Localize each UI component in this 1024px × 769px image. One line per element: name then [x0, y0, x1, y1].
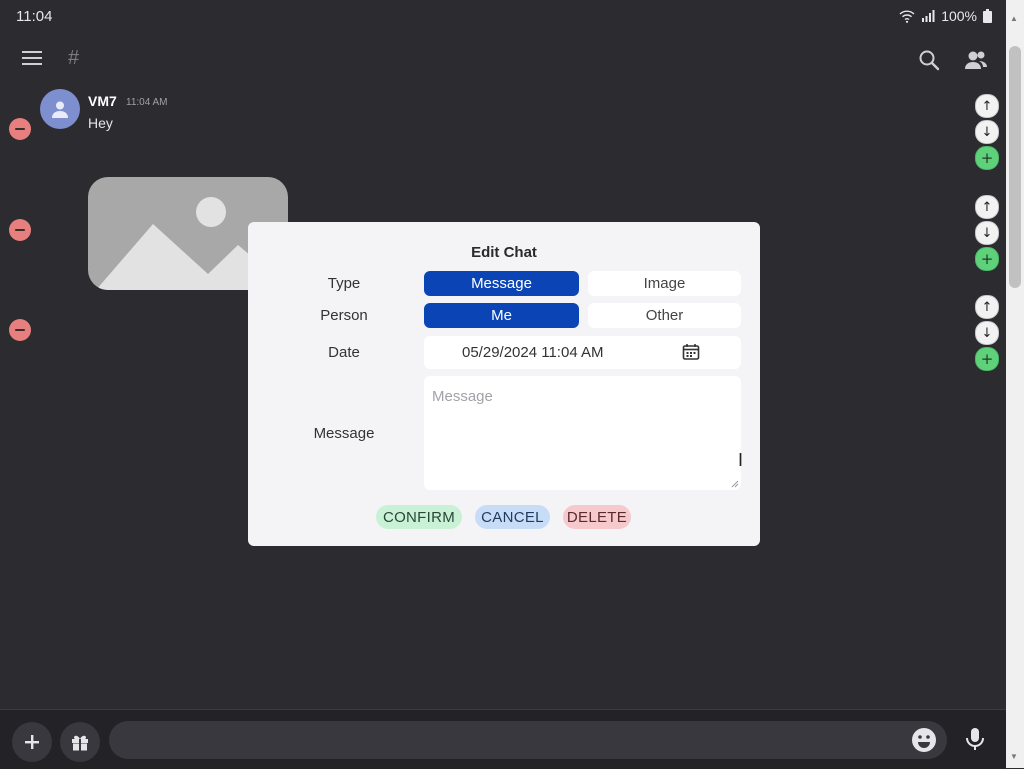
wifi-icon [899, 9, 915, 23]
composer-bar [0, 709, 1006, 769]
status-time: 11:04 [16, 8, 53, 25]
message-controls: ↑ ↓ + [975, 195, 999, 273]
date-value: 05/29/2024 11:04 AM [462, 344, 604, 361]
message-timestamp: 11:04 AM [126, 97, 168, 108]
status-indicators: 100% [899, 8, 992, 24]
type-option-message[interactable]: Message [424, 271, 579, 296]
message-compose-input[interactable] [109, 721, 947, 759]
move-down-button[interactable]: ↓ [975, 120, 999, 144]
delete-button[interactable]: DELETE [563, 505, 631, 529]
plus-icon [25, 735, 39, 749]
move-up-button[interactable]: ↑ [975, 94, 999, 118]
message-placeholder: Message [432, 388, 493, 405]
scrollbar-thumb[interactable] [1009, 46, 1021, 288]
edit-chat-dialog: Edit Chat Type Message Image Person Me O… [248, 222, 760, 546]
signal-icon [922, 10, 935, 22]
remove-message-button[interactable] [9, 319, 31, 341]
gift-button[interactable] [60, 722, 100, 762]
date-label: Date [328, 344, 360, 361]
person-label: Person [320, 307, 368, 324]
person-icon [52, 101, 68, 118]
calendar-icon[interactable] [682, 343, 700, 361]
gift-icon [72, 735, 88, 751]
insert-button[interactable]: + [975, 347, 999, 371]
scroll-down-arrow-icon[interactable]: ▼ [1010, 752, 1018, 761]
channel-hash-icon: # [68, 47, 80, 69]
person-option-other[interactable]: Other [588, 303, 741, 328]
type-option-image[interactable]: Image [588, 271, 741, 296]
remove-message-button[interactable] [9, 118, 31, 140]
text-cursor-icon: I [738, 450, 744, 470]
message-controls: ↑ ↓ + [975, 295, 999, 373]
add-attachment-button[interactable] [12, 722, 52, 762]
avatar[interactable] [40, 89, 80, 129]
dialog-title: Edit Chat [471, 244, 537, 261]
cancel-button[interactable]: CANCEL [475, 505, 550, 529]
battery-icon [983, 9, 992, 23]
insert-button[interactable]: + [975, 247, 999, 271]
search-icon[interactable] [918, 49, 940, 71]
insert-button[interactable]: + [975, 146, 999, 170]
message-textarea[interactable]: Message [424, 376, 741, 490]
move-up-button[interactable]: ↑ [975, 195, 999, 219]
move-up-button[interactable]: ↑ [975, 295, 999, 319]
date-input[interactable]: 05/29/2024 11:04 AM [424, 336, 741, 369]
resize-grip-icon[interactable] [731, 480, 739, 488]
battery-level: 100% [941, 8, 977, 24]
message-text: Hey [88, 115, 113, 131]
move-down-button[interactable]: ↓ [975, 221, 999, 245]
message-label: Message [313, 425, 375, 442]
app-bar: # [0, 40, 1006, 82]
move-down-button[interactable]: ↓ [975, 321, 999, 345]
members-icon[interactable] [964, 49, 988, 71]
type-label: Type [327, 275, 361, 292]
message-controls: ↑ ↓ + [975, 94, 999, 172]
person-option-me[interactable]: Me [424, 303, 579, 328]
menu-icon[interactable] [22, 50, 42, 66]
confirm-button[interactable]: CONFIRM [376, 505, 462, 529]
message-author: VM7 [88, 93, 117, 109]
microphone-icon[interactable] [963, 726, 987, 752]
remove-message-button[interactable] [9, 219, 31, 241]
status-bar: 11:04 100% [0, 0, 1006, 34]
scroll-up-arrow-icon[interactable]: ▲ [1010, 14, 1018, 23]
emoji-icon[interactable] [911, 727, 937, 753]
